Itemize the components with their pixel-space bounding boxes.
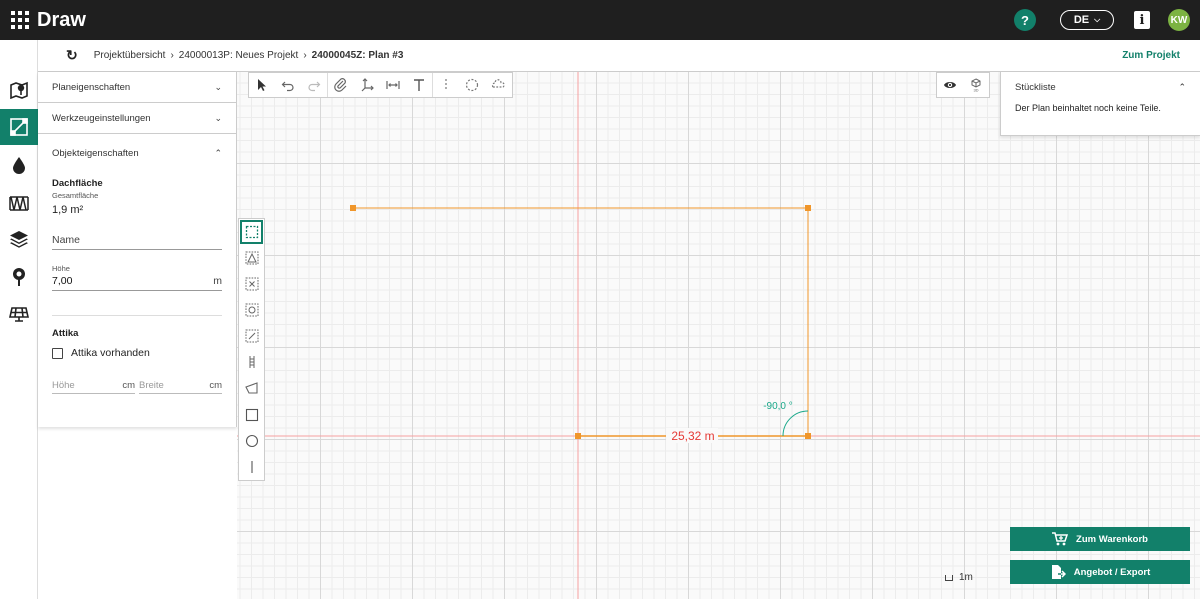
section-plan-properties[interactable]: Planeigenschaften ⌄ (38, 72, 236, 103)
circle-area-tool-icon[interactable] (239, 297, 264, 323)
redo-icon[interactable] (301, 73, 327, 97)
file-export-icon (1051, 565, 1066, 579)
breadcrumb-item-plan: 24000045Z: Plan #3 (311, 50, 404, 61)
cart-button-label: Zum Warenkorb (1076, 533, 1148, 545)
parts-list-title: Stückliste (1015, 82, 1056, 93)
add-to-cart-icon (1052, 532, 1069, 546)
rail-map-pin-icon[interactable] (0, 71, 38, 107)
scale-bar-icon (945, 574, 953, 581)
avatar[interactable]: KW (1168, 9, 1190, 31)
rail-drop-icon[interactable] (0, 147, 38, 183)
refresh-icon[interactable]: ↻ (66, 47, 78, 64)
height-unit: m (213, 275, 222, 287)
to-project-link[interactable]: Zum Projekt (1122, 50, 1180, 61)
rail-layers-icon[interactable] (0, 221, 38, 257)
chevron-down-icon: ⌄ (214, 81, 222, 92)
scale-label: 1m (959, 572, 973, 583)
attika-height-field[interactable]: Höhe cm (52, 377, 135, 394)
help-button[interactable]: ? (1014, 9, 1036, 31)
edit-area-tool-icon[interactable] (239, 323, 264, 349)
height-label: Höhe (52, 264, 70, 273)
language-value: DE (1073, 14, 1090, 26)
drawing-toolbar (248, 72, 513, 98)
info-button[interactable]: i (1134, 11, 1150, 29)
dashed-circle-icon[interactable] (459, 73, 485, 97)
area-label: Gesamtfläche (52, 191, 99, 200)
area-value: 1,9 m² (52, 204, 84, 216)
rail-truss-icon[interactable] (0, 185, 38, 221)
breadcrumb-bar: ↻ Projektübersicht › 24000013P: Neues Pr… (38, 40, 1200, 72)
breadcrumb-separator-icon: › (303, 50, 307, 61)
roof-shape-tool-icon[interactable] (239, 375, 264, 401)
breadcrumb-item-overview[interactable]: Projektübersicht (94, 50, 166, 61)
shape-toolbar (238, 218, 265, 481)
section-object-properties[interactable]: Objekteigenschaften ⌃ (38, 138, 236, 169)
parts-list-panel: Stückliste ⌃ Der Plan beinhaltet noch ke… (1000, 72, 1200, 136)
attika-checkbox-row[interactable]: Attika vorhanden (52, 347, 236, 359)
attika-height-placeholder: Höhe (52, 380, 75, 391)
height-value: 7,00 (52, 275, 73, 287)
visibility-eye-icon[interactable] (937, 73, 963, 97)
chevron-up-icon: ⌃ (214, 148, 222, 158)
chevron-down-icon: ⌄ (214, 112, 222, 123)
text-tool-icon[interactable] (406, 73, 432, 97)
name-field[interactable]: Name (52, 226, 222, 250)
section-title: Werkzeugeinstellungen (52, 112, 151, 124)
object-type-title: Dachfläche (52, 178, 103, 189)
properties-panel: Planeigenschaften ⌄ Werkzeugeinstellunge… (38, 72, 237, 427)
export-button[interactable]: Angebot / Export (1010, 560, 1190, 584)
undo-icon[interactable] (275, 73, 301, 97)
attika-title: Attika (52, 328, 79, 339)
chevron-down-icon: ⌵ (1094, 15, 1101, 24)
top-bar: Draw ? DE ⌵ i KW (0, 0, 1200, 40)
left-rail (0, 40, 38, 599)
3d-view-icon[interactable]: 3D (963, 73, 989, 97)
rectangle-tool-icon[interactable] (239, 402, 264, 428)
cross-area-tool-icon[interactable] (239, 271, 264, 297)
rail-solar-panel-icon[interactable] (0, 296, 38, 332)
scale-indicator: 1m (945, 572, 973, 583)
name-placeholder: Name (52, 234, 81, 246)
svg-text:3D: 3D (973, 88, 978, 93)
app-title: Draw (37, 8, 86, 31)
attika-width-field[interactable]: Breite cm (139, 377, 222, 394)
parts-list-header[interactable]: Stückliste ⌃ (1001, 72, 1200, 103)
circle-tool-icon[interactable] (239, 428, 264, 454)
ladder-tool-icon[interactable] (239, 349, 264, 375)
section-tool-settings[interactable]: Werkzeugeinstellungen ⌄ (38, 103, 236, 134)
line-tool-icon[interactable] (239, 454, 264, 480)
chevron-up-icon: ⌃ (1178, 82, 1186, 92)
height-field[interactable]: 7,00 m (52, 273, 222, 291)
cart-button[interactable]: Zum Warenkorb (1010, 527, 1190, 551)
breadcrumb-separator-icon: › (170, 50, 174, 61)
rail-location-icon[interactable] (0, 259, 38, 295)
attika-width-placeholder: Breite (139, 380, 164, 391)
section-title: Objekteigenschaften (52, 148, 139, 159)
attach-icon[interactable] (328, 73, 354, 97)
attika-height-unit: cm (122, 380, 135, 391)
export-button-label: Angebot / Export (1073, 566, 1151, 578)
axis-move-icon[interactable] (354, 73, 380, 97)
triangle-area-tool-icon[interactable] (239, 245, 264, 271)
dashed-line-icon[interactable] (433, 73, 459, 97)
section-title: Planeigenschaften (52, 81, 131, 93)
attika-checkbox-label: Attika vorhanden (71, 347, 150, 359)
language-select[interactable]: DE ⌵ (1060, 10, 1114, 30)
drawing-canvas[interactable] (237, 72, 1200, 599)
parts-list-message: Der Plan beinhaltet noch keine Teile. (1015, 103, 1161, 113)
view-toolbar: 3D (936, 72, 990, 98)
apps-grid-icon[interactable] (11, 11, 29, 29)
attika-checkbox[interactable] (52, 347, 63, 359)
select-pointer-icon[interactable] (249, 73, 275, 97)
breadcrumb-item-project[interactable]: 24000013P: Neues Projekt (179, 50, 299, 61)
dashed-cloud-icon[interactable] (485, 73, 511, 97)
divider (52, 315, 222, 316)
attika-width-unit: cm (209, 380, 222, 391)
rail-draw-area-icon[interactable] (0, 109, 38, 145)
measure-distance-icon[interactable] (380, 73, 406, 97)
rect-select-tool-icon[interactable] (239, 219, 264, 245)
